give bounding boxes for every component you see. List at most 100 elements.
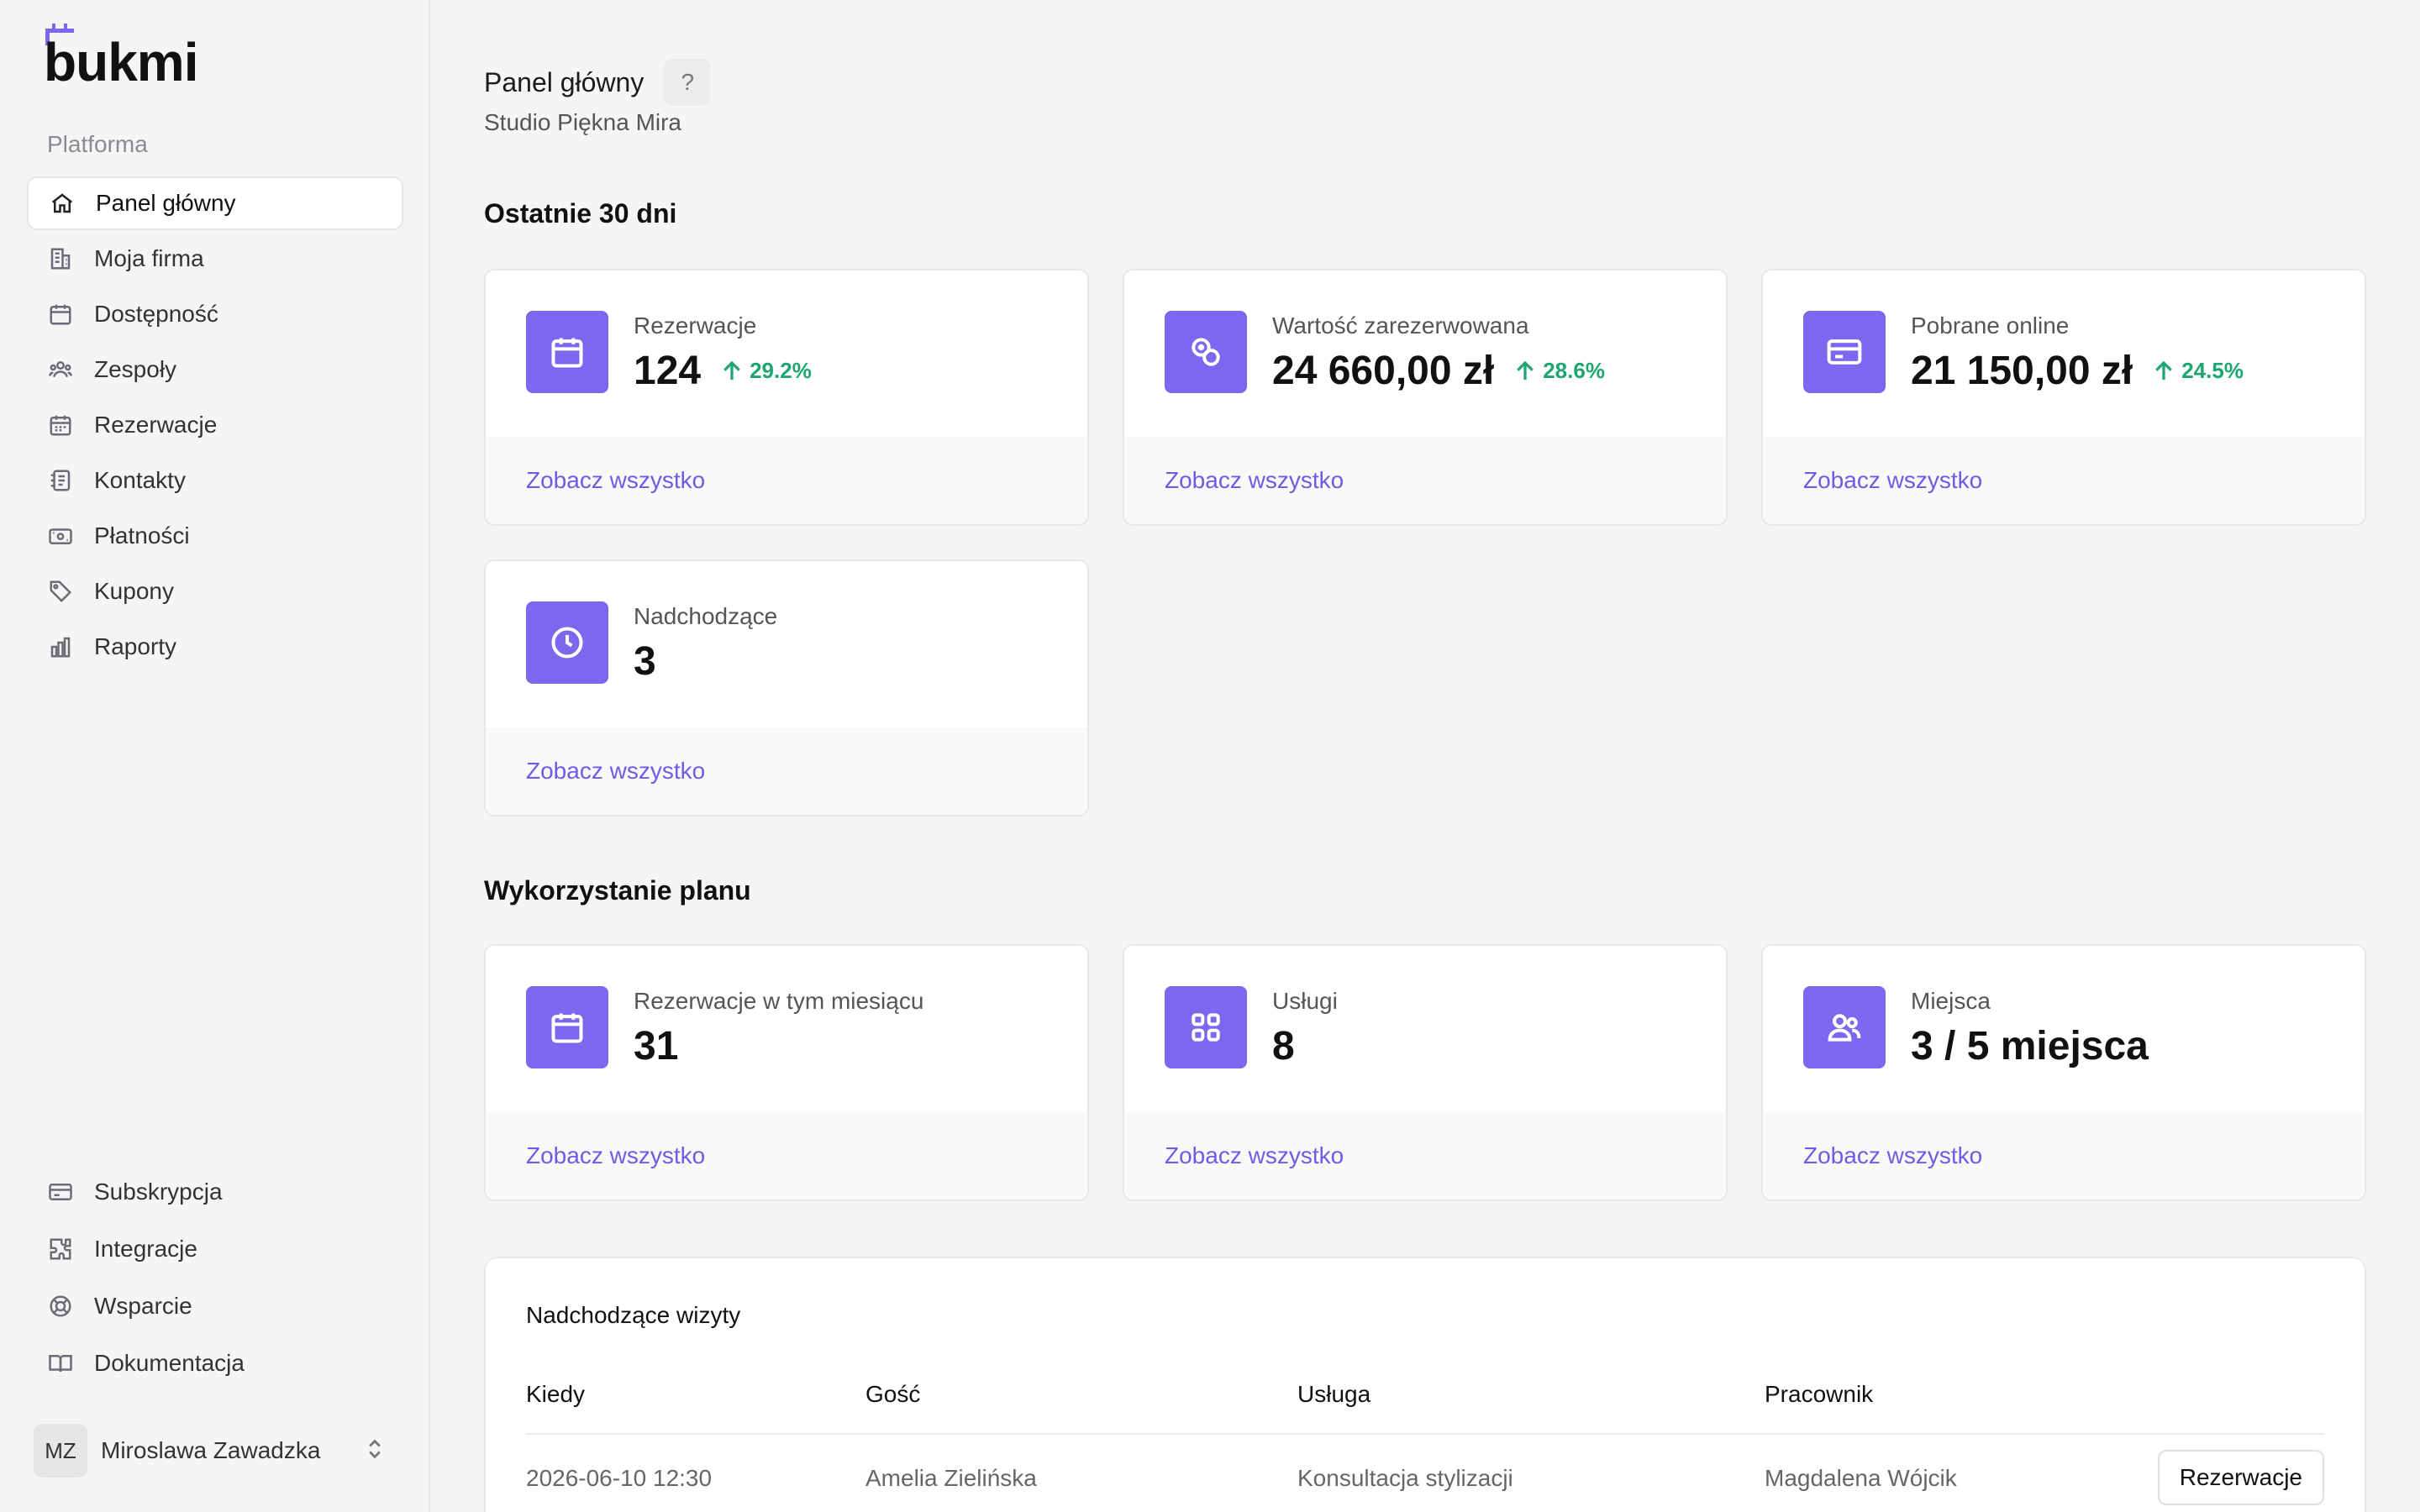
header-divider (526, 1433, 2324, 1435)
sidebar-item-kontakty[interactable]: Kontakty (27, 454, 403, 507)
sidebar-item-rezerwacje[interactable]: Rezerwacje (27, 398, 403, 452)
sidebar-item-label: Zespoły (94, 356, 177, 382)
page-title-text: Panel główny (484, 66, 644, 97)
sidebar-item-integracje[interactable]: Integracje (27, 1221, 403, 1277)
plan-card-miejsca: Miejsca 3 / 5 miejsca Zobacz wszystko (1761, 944, 2366, 1201)
arrow-up-icon (2155, 360, 2173, 380)
sidebar-item-panel-glowny[interactable]: Panel główny (27, 176, 403, 230)
stat-value: 21 150,00 zł (1911, 349, 2133, 393)
see-all-link[interactable]: Zobacz wszystko (526, 1142, 705, 1169)
coins-icon (1165, 311, 1247, 393)
sidebar-nav: Panel główny Moja firma Dostępność Zespo… (27, 176, 403, 675)
lifebuoy-icon (47, 1293, 74, 1320)
sidebar-item-dokumentacja[interactable]: Dokumentacja (27, 1336, 403, 1391)
user-menu[interactable]: MZ Miroslawa Zawadzka (34, 1423, 387, 1478)
stats-section-title: Ostatnie 30 dni (484, 198, 677, 228)
bukmi-logo[interactable]: bukmi (44, 24, 198, 92)
calendar-grid-icon (47, 412, 74, 438)
stat-label: Wartość zarezerwowana (1272, 312, 1529, 339)
stat-label: Rezerwacje (634, 312, 757, 339)
trend-value: 29.2% (750, 358, 812, 383)
puzzle-icon (47, 1236, 74, 1263)
sidebar-item-label: Dokumentacja (94, 1350, 245, 1376)
column-header-gosc[interactable]: Gość (865, 1381, 920, 1408)
sidebar-item-label: Rezerwacje (94, 412, 218, 438)
cell-service: Konsultacja stylizacji (1297, 1465, 1513, 1491)
reservation-button[interactable]: Rezerwacje (2157, 1450, 2324, 1505)
plan-label: Miejsca (1911, 988, 1991, 1014)
stat-card-wartosc: Wartość zarezerwowana 24 660,00 zł 28.6%… (1123, 269, 1728, 526)
help-button[interactable]: ? (664, 59, 712, 106)
home-icon (49, 190, 76, 217)
logo-text: bukmi (44, 32, 198, 92)
credit-card-icon (47, 1179, 74, 1205)
see-all-link[interactable]: Zobacz wszystko (1165, 467, 1344, 494)
stat-value-row: 24 660,00 zł 28.6% (1272, 348, 1605, 394)
stat-card-pobrane: Pobrane online 21 150,00 zł 24.5% Zobacz… (1761, 269, 2366, 526)
sidebar-item-wsparcie[interactable]: Wsparcie (27, 1278, 403, 1334)
see-all-link[interactable]: Zobacz wszystko (1165, 1142, 1344, 1169)
credit-card-icon (1803, 311, 1886, 393)
calendar-icon (526, 986, 608, 1068)
building-icon (47, 245, 74, 272)
cell-staff: Magdalena Wójcik (1765, 1465, 1957, 1491)
calendar-icon (526, 311, 608, 393)
upcoming-visits-table: Nadchodzące wizyty Kiedy Gość Usługa Pra… (484, 1257, 2366, 1512)
chevron-up-down-icon[interactable] (363, 1437, 387, 1465)
trend-value: 28.6% (1543, 358, 1605, 383)
user-name: Miroslawa Zawadzka (101, 1437, 321, 1463)
column-header-kiedy[interactable]: Kiedy (526, 1381, 585, 1408)
sidebar-item-label: Wsparcie (94, 1293, 192, 1319)
column-header-usluga[interactable]: Usługa (1297, 1381, 1370, 1408)
table-title: Nadchodzące wizyty (526, 1302, 741, 1328)
see-all-link[interactable]: Zobacz wszystko (1803, 467, 1982, 494)
plan-card-uslugi: Usługi 8 Zobacz wszystko (1123, 944, 1728, 1201)
sidebar-item-label: Kupony (94, 578, 174, 604)
bar-chart-icon (47, 633, 74, 660)
sidebar-item-subskrypcja[interactable]: Subskrypcja (27, 1164, 403, 1220)
business-name: Studio Piękna Mira (484, 109, 682, 135)
sidebar-item-label: Moja firma (94, 245, 204, 271)
stat-label: Nadchodzące (634, 603, 778, 629)
sidebar-item-raporty[interactable]: Raporty (27, 620, 403, 674)
sidebar-group-label: Platforma (47, 131, 148, 157)
sidebar-item-zespoly[interactable]: Zespoły (27, 343, 403, 396)
avatar: MZ (34, 1424, 87, 1478)
sidebar-item-dostepnosc[interactable]: Dostępność (27, 287, 403, 341)
sidebar-item-label: Dostępność (94, 301, 218, 327)
stat-value: 3 (634, 639, 656, 684)
see-all-link[interactable]: Zobacz wszystko (526, 467, 705, 494)
sidebar-item-platnosci[interactable]: Płatności (27, 509, 403, 563)
banknote-icon (47, 522, 74, 549)
see-all-link[interactable]: Zobacz wszystko (526, 758, 705, 785)
arrow-up-icon (723, 360, 740, 380)
cell-when: 2026-06-10 12:30 (526, 1465, 713, 1491)
trend-badge: 29.2% (719, 358, 812, 384)
cell-guest: Amelia Zielińska (865, 1465, 1037, 1491)
trend-badge: 28.6% (1512, 358, 1605, 384)
plan-value: 31 (634, 1024, 679, 1068)
page-title: Panel główny ? (484, 59, 712, 106)
sidebar-item-label: Raporty (94, 633, 177, 659)
see-all-link[interactable]: Zobacz wszystko (1803, 1142, 1982, 1169)
stat-value-row: 3 (634, 638, 656, 685)
sidebar: bukmi Platforma Panel główny Moja firma … (0, 0, 430, 1512)
sidebar-item-label: Panel główny (96, 190, 236, 216)
trend-value: 24.5% (2181, 358, 2244, 383)
contacts-icon (47, 467, 74, 494)
stat-value: 124 (634, 349, 702, 393)
plan-label: Rezerwacje w tym miesiącu (634, 988, 924, 1014)
sidebar-item-kupony[interactable]: Kupony (27, 564, 403, 618)
stat-label: Pobrane online (1911, 312, 2070, 339)
plan-value: 8 (1272, 1024, 1295, 1068)
plan-value: 3 / 5 miejsca (1911, 1024, 2149, 1068)
sidebar-item-label: Kontakty (94, 467, 186, 493)
column-header-pracownik[interactable]: Pracownik (1765, 1381, 1873, 1408)
sidebar-item-moja-firma[interactable]: Moja firma (27, 232, 403, 286)
stat-card-rezerwacje: Rezerwacje 124 29.2% Zobacz wszystko (484, 269, 1089, 526)
plan-section-title: Wykorzystanie planu (484, 875, 751, 906)
grid-icon (1165, 986, 1247, 1068)
tag-icon (47, 578, 74, 605)
arrow-up-icon (1517, 360, 1534, 380)
clock-icon (526, 601, 608, 684)
